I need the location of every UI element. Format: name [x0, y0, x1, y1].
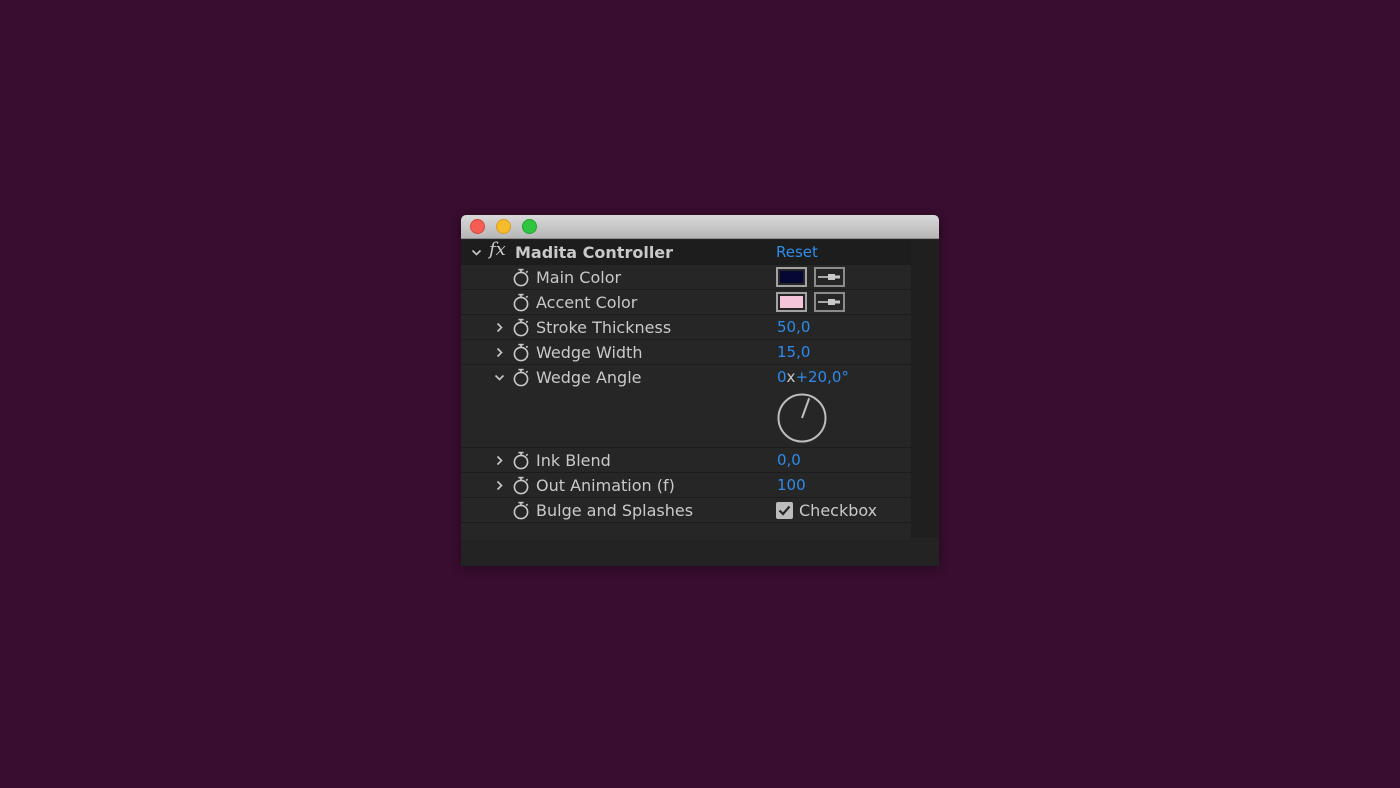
property-row-accent-color: Accent Color	[461, 290, 911, 315]
stopwatch-icon[interactable]	[512, 318, 530, 337]
color-swatch-main[interactable]	[776, 267, 807, 287]
effect-controls-window: fx Madita Controller Reset Main Color Ac…	[461, 215, 939, 566]
checkbox[interactable]	[776, 502, 793, 519]
stopwatch-icon[interactable]	[512, 268, 530, 287]
property-label: Bulge and Splashes	[536, 501, 694, 520]
chevron-right-icon[interactable]	[494, 322, 505, 333]
chevron-right-icon[interactable]	[494, 347, 505, 358]
out-animation-value[interactable]: 100	[777, 476, 806, 494]
eyedropper-icon	[816, 269, 843, 285]
property-label: Wedge Width	[536, 343, 643, 362]
property-row-stroke-thickness: Stroke Thickness 50,0	[461, 315, 911, 340]
close-window-button[interactable]	[470, 219, 485, 234]
property-label: Ink Blend	[536, 451, 611, 470]
maximize-window-button[interactable]	[522, 219, 537, 234]
reset-link[interactable]: Reset	[776, 243, 818, 261]
property-label: Wedge Angle	[536, 368, 642, 387]
title-bar[interactable]	[461, 215, 939, 239]
stopwatch-icon[interactable]	[512, 368, 530, 387]
chevron-down-icon[interactable]	[471, 247, 482, 258]
checkmark-icon	[778, 505, 791, 516]
eyedropper-button[interactable]	[814, 292, 845, 312]
angle-degrees[interactable]: +20,0°	[795, 368, 848, 386]
eyedropper-button[interactable]	[814, 267, 845, 287]
chevron-down-icon[interactable]	[494, 372, 505, 383]
property-row-wedge-width: Wedge Width 15,0	[461, 340, 911, 365]
effect-header-row[interactable]: fx Madita Controller Reset	[461, 239, 911, 265]
color-swatch-accent[interactable]	[776, 292, 807, 312]
property-label: Accent Color	[536, 293, 638, 312]
wedge-width-value[interactable]: 15,0	[777, 343, 810, 361]
property-row-out-animation: Out Animation (f) 100	[461, 473, 911, 498]
property-row-main-color: Main Color	[461, 265, 911, 290]
stopwatch-icon[interactable]	[512, 476, 530, 495]
property-row-wedge-angle: Wedge Angle 0x+20,0°	[461, 365, 911, 448]
chevron-right-icon[interactable]	[494, 455, 505, 466]
ink-blend-value[interactable]: 0,0	[777, 451, 801, 469]
dial-needle	[801, 397, 811, 419]
property-label: Out Animation (f)	[536, 476, 675, 495]
property-label: Main Color	[536, 268, 622, 287]
scrollbar-track[interactable]	[911, 240, 939, 538]
effect-name: Madita Controller	[515, 243, 674, 262]
checkbox-label: Checkbox	[799, 501, 878, 520]
chevron-right-icon[interactable]	[494, 480, 505, 491]
fx-icon[interactable]: fx	[489, 239, 506, 260]
stroke-thickness-value[interactable]: 50,0	[777, 318, 810, 336]
property-row-bulge-splashes: Bulge and Splashes Checkbox	[461, 498, 911, 523]
minimize-window-button[interactable]	[496, 219, 511, 234]
stopwatch-icon[interactable]	[512, 501, 530, 520]
eyedropper-icon	[816, 294, 843, 310]
angle-revolutions[interactable]: 0	[777, 368, 787, 386]
stopwatch-icon[interactable]	[512, 343, 530, 362]
stopwatch-icon[interactable]	[512, 451, 530, 470]
angle-dial[interactable]	[776, 392, 828, 444]
property-label: Stroke Thickness	[536, 318, 672, 337]
property-row-ink-blend: Ink Blend 0,0	[461, 448, 911, 473]
stopwatch-icon[interactable]	[512, 293, 530, 312]
effect-controls-panel: fx Madita Controller Reset Main Color Ac…	[461, 239, 911, 540]
wedge-angle-value: 0x+20,0°	[777, 368, 849, 386]
